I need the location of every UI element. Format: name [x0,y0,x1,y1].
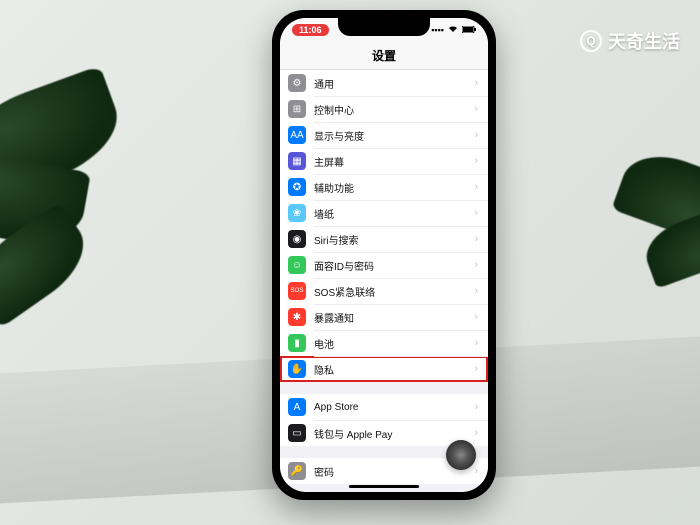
row-label: SOS紧急联络 [314,284,474,299]
home-indicator [349,485,419,488]
home-screen-icon: ▦ [288,152,306,170]
chevron-right-icon: › [474,427,478,439]
settings-row-accessibility[interactable]: ✪ 辅助功能› [280,174,488,200]
row-label: 主屏幕 [314,154,474,169]
chevron-right-icon: › [474,337,478,349]
chevron-right-icon: › [474,207,478,219]
row-label: 控制中心 [314,102,474,117]
privacy-icon: ✋ [288,360,306,378]
row-label: 暴露通知 [314,310,474,325]
siri-icon: ◉ [288,230,306,248]
settings-row-privacy[interactable]: ✋ 隐私› [280,356,488,382]
chevron-right-icon: › [474,363,478,375]
row-label: Siri与搜索 [314,232,474,247]
battery-icon [462,25,476,35]
chevron-right-icon: › [474,129,478,141]
chevron-right-icon: › [474,77,478,89]
settings-group: ⚙通用›⊞控制中心›AA显示与亮度›▦主屏幕›✪辅助功能›❀墙纸›◉Siri与搜… [280,70,488,382]
settings-row-app-store[interactable]: A App Store› [280,394,488,420]
settings-row-exposure[interactable]: ✱ 暴露通知› [280,304,488,330]
status-time: 11:06 [292,24,329,36]
chevron-right-icon: › [474,465,478,477]
row-label: 隐私 [314,362,474,377]
cellular-icon: ▪▪▪▪ [431,25,444,35]
brand-watermark: Q 天奇生活 [580,28,680,54]
nav-title: 设置 [280,42,488,70]
settings-row-sos[interactable]: SOS SOS紧急联络› [280,278,488,304]
battery-icon: ▮ [288,334,306,352]
row-label: 钱包与 Apple Pay [314,426,474,441]
brand-icon: Q [580,30,602,52]
chevron-right-icon: › [474,103,478,115]
settings-row-wallpaper[interactable]: ❀ 墙纸› [280,200,488,226]
row-label: 通用 [314,76,474,91]
chevron-right-icon: › [474,155,478,167]
chevron-right-icon: › [474,181,478,193]
settings-row-siri[interactable]: ◉ Siri与搜索› [280,226,488,252]
passwords-icon: 🔑 [288,462,306,480]
status-indicators: ▪▪▪▪ [431,25,476,35]
settings-row-display[interactable]: AA 显示与亮度› [280,122,488,148]
row-label: 显示与亮度 [314,128,474,143]
row-label: App Store [314,402,474,413]
row-label: 面容ID与密码 [314,258,474,273]
phone-screen: 11:06 ▪▪▪▪ 设置 ⚙通用›⊞控制中心›AA显示与亮度›▦主屏幕›✪辅助… [280,18,488,492]
assistive-touch-button[interactable] [446,440,476,470]
wifi-icon [448,25,458,35]
chevron-right-icon: › [474,259,478,271]
settings-list[interactable]: ⚙通用›⊞控制中心›AA显示与亮度›▦主屏幕›✪辅助功能›❀墙纸›◉Siri与搜… [280,70,488,492]
brand-text: 天奇生活 [608,28,680,54]
control-center-icon: ⊞ [288,100,306,118]
row-label: 辅助功能 [314,180,474,195]
chevron-right-icon: › [474,285,478,297]
wallpaper-icon: ❀ [288,204,306,222]
row-label: 墙纸 [314,206,474,221]
faceid-icon: ☺ [288,256,306,274]
chevron-right-icon: › [474,401,478,413]
wallet-icon: ▭ [288,424,306,442]
settings-row-control-center[interactable]: ⊞ 控制中心› [280,96,488,122]
accessibility-icon: ✪ [288,178,306,196]
settings-group: AApp Store›▭钱包与 Apple Pay› [280,394,488,446]
general-icon: ⚙ [288,74,306,92]
chevron-right-icon: › [474,311,478,323]
settings-row-home-screen[interactable]: ▦ 主屏幕› [280,148,488,174]
sos-icon: SOS [288,282,306,300]
settings-row-general[interactable]: ⚙ 通用› [280,70,488,96]
display-icon: AA [288,126,306,144]
chevron-right-icon: › [474,233,478,245]
notch [338,18,430,36]
row-label: 电池 [314,336,474,351]
settings-row-battery[interactable]: ▮ 电池› [280,330,488,356]
settings-row-faceid[interactable]: ☺ 面容ID与密码› [280,252,488,278]
phone-frame: 11:06 ▪▪▪▪ 设置 ⚙通用›⊞控制中心›AA显示与亮度›▦主屏幕›✪辅助… [272,10,496,500]
app-store-icon: A [288,398,306,416]
exposure-icon: ✱ [288,308,306,326]
